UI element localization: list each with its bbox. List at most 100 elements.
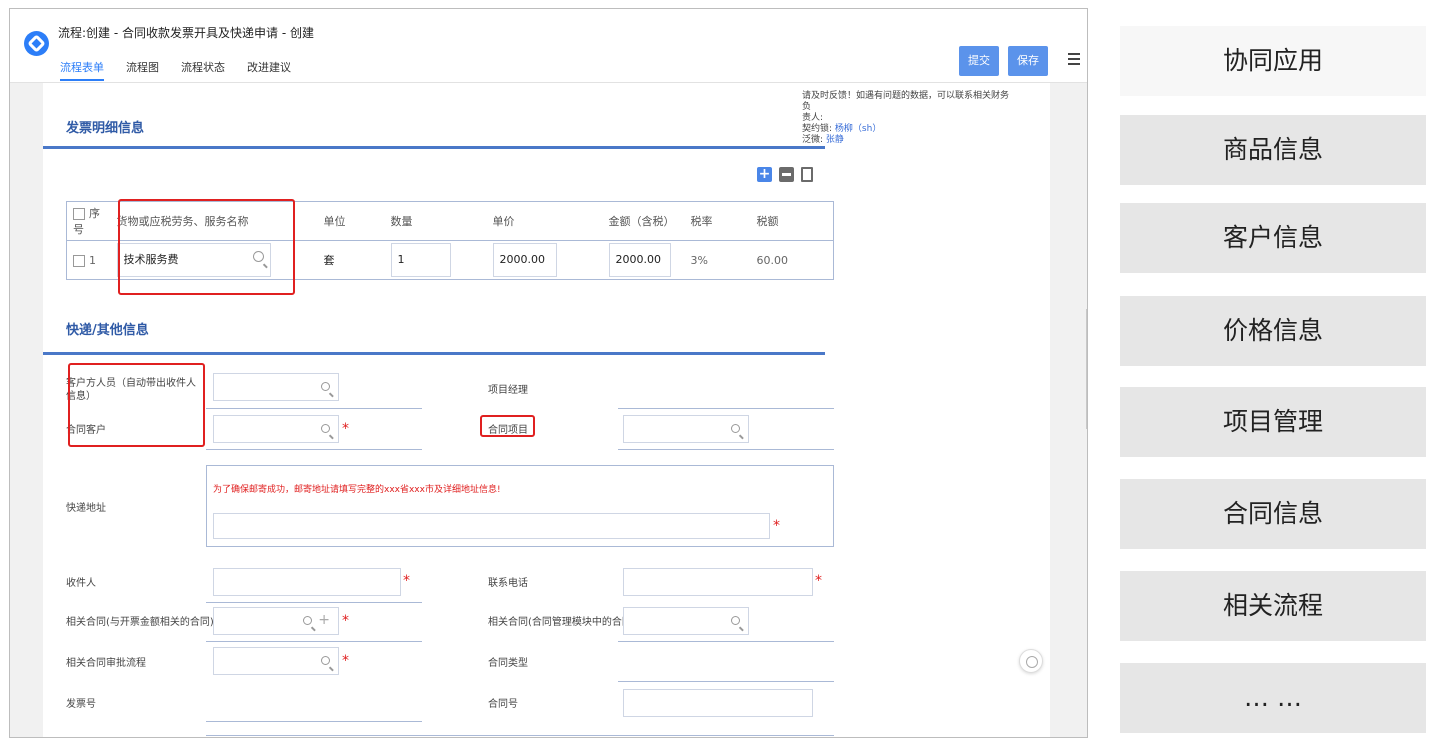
row-amount-cell: 2000.00 bbox=[602, 240, 685, 280]
side-item: 商品信息 bbox=[1120, 115, 1426, 185]
required-mark: * bbox=[403, 573, 410, 589]
tab-bar: 流程表单 流程图 流程状态 改进建议 bbox=[60, 59, 291, 81]
col-header-price: 单价 bbox=[486, 201, 603, 241]
contract-project-input[interactable] bbox=[623, 415, 749, 443]
col-header-rate: 税率 bbox=[684, 201, 751, 241]
required-mark: * bbox=[815, 573, 822, 589]
col-header-unit: 单位 bbox=[317, 201, 385, 241]
tab-status[interactable]: 流程状态 bbox=[181, 59, 225, 81]
search-icon[interactable] bbox=[303, 616, 312, 625]
phone-input[interactable] bbox=[623, 568, 813, 596]
related-approval-label: 相关合同审批流程 bbox=[66, 658, 146, 669]
contract-type-label: 合同类型 bbox=[488, 658, 528, 669]
search-icon[interactable] bbox=[321, 424, 330, 433]
contract-customer-input[interactable] bbox=[213, 415, 339, 443]
invoice-no-label: 发票号 bbox=[66, 699, 96, 710]
col-header-qty: 数量 bbox=[384, 201, 487, 241]
address-input[interactable] bbox=[213, 513, 770, 539]
scrollbar[interactable] bbox=[1086, 309, 1087, 429]
contact-link[interactable]: 杨柳（sh） bbox=[835, 124, 881, 134]
app-logo-icon bbox=[24, 31, 49, 56]
customer-person-input[interactable] bbox=[213, 373, 339, 401]
related-contract-module-label: 相关合同(合同管理模块中的合同) bbox=[488, 617, 636, 628]
invoice-section-title: 发票明细信息 bbox=[66, 121, 145, 136]
side-item: … … bbox=[1120, 663, 1426, 733]
contact-link[interactable]: 张静 bbox=[826, 135, 844, 145]
required-mark: * bbox=[342, 653, 349, 669]
row-checkbox[interactable] bbox=[73, 254, 85, 267]
field-underline bbox=[206, 721, 422, 722]
row-tax-cell: 60.00 bbox=[750, 240, 834, 280]
related-contract-input[interactable]: + bbox=[213, 607, 339, 635]
notice-line: 泛微: 张静 bbox=[802, 135, 844, 145]
plus-icon[interactable]: + bbox=[318, 612, 330, 628]
search-icon[interactable] bbox=[731, 424, 740, 433]
field-underline bbox=[206, 735, 834, 736]
add-row-icon[interactable]: + bbox=[757, 167, 772, 182]
side-item: 合同信息 bbox=[1120, 479, 1426, 549]
field-underline bbox=[206, 449, 422, 450]
window-title: 流程:创建 - 合同收款发票开具及快递申请 - 创建 bbox=[58, 26, 314, 40]
related-contract-module-input[interactable] bbox=[623, 607, 749, 635]
notice-line: 请及时反馈！如遇有问题的数据，可以联系相关财务负 bbox=[802, 91, 1010, 112]
highlight-box bbox=[68, 363, 205, 447]
field-underline bbox=[206, 408, 422, 409]
col-header-amount: 金额（含税） bbox=[602, 201, 685, 241]
window-header: 流程:创建 - 合同收款发票开具及快递申请 - 创建 流程表单 流程图 流程状态… bbox=[10, 9, 1087, 83]
save-button[interactable]: 保存 bbox=[1008, 46, 1048, 76]
address-label: 快递地址 bbox=[66, 503, 106, 514]
side-item: 相关流程 bbox=[1120, 571, 1426, 641]
workflow-window: 流程:创建 - 合同收款发票开具及快递申请 - 创建 流程表单 流程图 流程状态… bbox=[9, 8, 1088, 738]
form-body: 发票明细信息 + 序号 货物或应税劳务、服务名称 单位 数量 单价 金额（含税）… bbox=[43, 83, 1050, 737]
list-menu-icon[interactable] bbox=[1068, 53, 1082, 67]
field-underline bbox=[618, 408, 834, 409]
tab-form[interactable]: 流程表单 bbox=[60, 59, 104, 81]
recipient-input[interactable] bbox=[213, 568, 401, 596]
address-hint: 为了确保邮寄成功，邮寄地址请填写完整的xxx省xxx市及详细地址信息! bbox=[213, 485, 501, 495]
contract-no-input[interactable] bbox=[623, 689, 813, 717]
contract-no-label: 合同号 bbox=[488, 699, 518, 710]
price-input[interactable]: 2000.00 bbox=[492, 243, 557, 277]
col-header-tax: 税额 bbox=[750, 201, 834, 241]
row-rate-cell: 3% bbox=[684, 240, 751, 280]
notice-text: 请及时反馈！如遇有问题的数据，可以联系相关财务负 责人: 契约锁: 杨柳（sh）… bbox=[802, 91, 1012, 146]
tab-suggestion[interactable]: 改进建议 bbox=[247, 59, 291, 81]
amount-input[interactable]: 2000.00 bbox=[608, 243, 671, 277]
qty-input[interactable]: 1 bbox=[390, 243, 451, 277]
related-approval-input[interactable] bbox=[213, 647, 339, 675]
select-all-checkbox[interactable] bbox=[73, 208, 85, 220]
phone-label: 联系电话 bbox=[488, 578, 528, 589]
required-mark: * bbox=[342, 421, 349, 437]
required-mark: * bbox=[773, 518, 780, 534]
row-price-cell: 2000.00 bbox=[486, 240, 603, 280]
side-item: 协同应用 bbox=[1120, 26, 1426, 96]
address-field-box: 为了确保邮寄成功，邮寄地址请填写完整的xxx省xxx市及详细地址信息! * bbox=[206, 465, 834, 547]
related-contract-label: 相关合同(与开票金额相关的合同) bbox=[66, 617, 214, 628]
notice-line: 责人: bbox=[802, 113, 824, 123]
side-item: 项目管理 bbox=[1120, 387, 1426, 457]
notice-line: 契约锁: 杨柳（sh） bbox=[802, 124, 882, 134]
other-section-title: 快递/其他信息 bbox=[66, 323, 149, 338]
section-divider bbox=[43, 146, 825, 149]
required-mark: * bbox=[342, 613, 349, 629]
remove-row-icon[interactable] bbox=[779, 167, 794, 182]
row-unit-cell: 套 bbox=[317, 240, 385, 280]
side-item: 客户信息 bbox=[1120, 203, 1426, 273]
field-underline bbox=[618, 641, 834, 642]
project-manager-label: 项目经理 bbox=[488, 385, 528, 396]
row-index-cell: 1 bbox=[66, 240, 111, 280]
field-underline bbox=[618, 681, 834, 682]
submit-button[interactable]: 提交 bbox=[959, 46, 999, 76]
recipient-label: 收件人 bbox=[66, 578, 96, 589]
section-divider bbox=[43, 352, 825, 355]
search-icon[interactable] bbox=[321, 656, 330, 665]
search-icon[interactable] bbox=[321, 382, 330, 391]
highlight-box bbox=[118, 199, 295, 295]
highlight-box bbox=[480, 415, 535, 437]
assistant-icon[interactable] bbox=[1019, 649, 1043, 673]
field-underline bbox=[206, 641, 422, 642]
copy-row-icon[interactable] bbox=[801, 167, 813, 182]
row-qty-cell: 1 bbox=[384, 240, 487, 280]
search-icon[interactable] bbox=[731, 616, 740, 625]
tab-flowchart[interactable]: 流程图 bbox=[126, 59, 159, 81]
